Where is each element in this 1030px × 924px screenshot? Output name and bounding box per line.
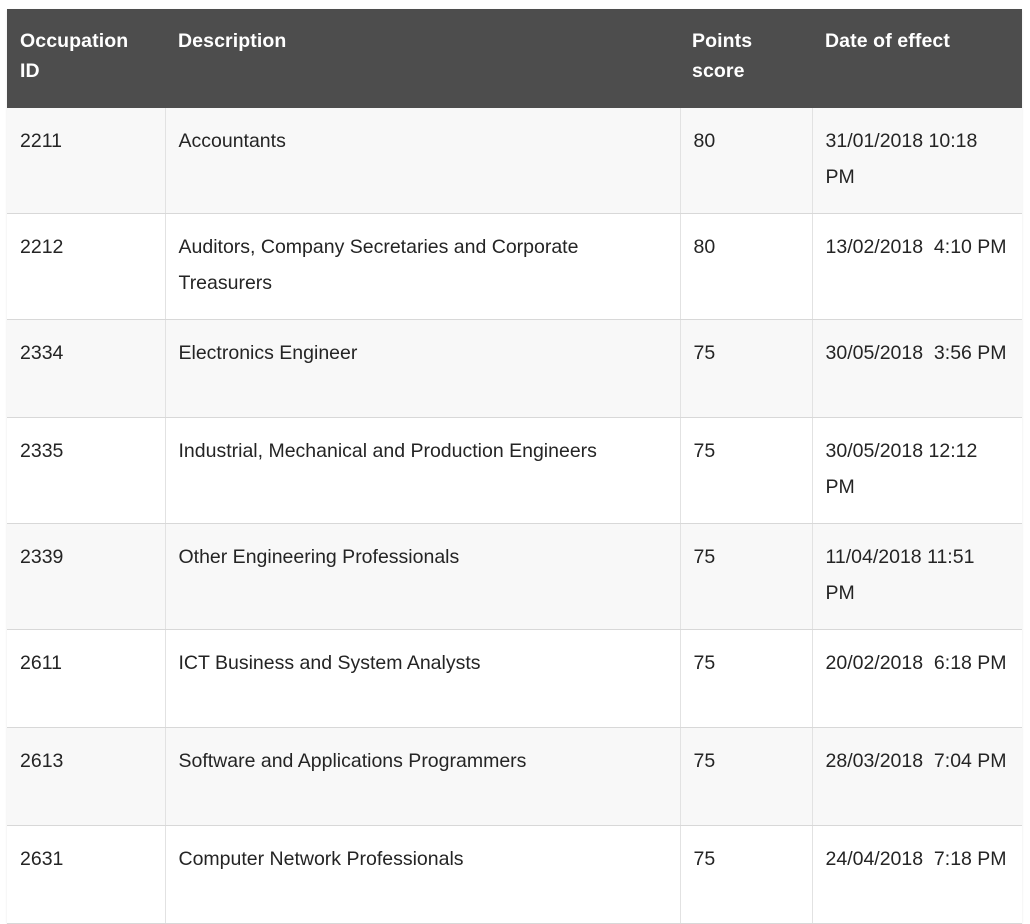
table-header: Occupation ID Description Points score D… [7, 9, 1022, 108]
cell-date-of-effect: 20/02/2018 6:18 PM [812, 629, 1022, 728]
column-header-description[interactable]: Description [165, 9, 680, 108]
cell-points-score: 75 [680, 523, 813, 630]
cell-occupation-id: 2339 [7, 523, 166, 630]
occupation-points-table: Occupation ID Description Points score D… [7, 9, 1022, 924]
table-body: 2211 Accountants 80 31/01/2018 10:18 PM 2212… [7, 108, 1022, 924]
table-row: 2631 Computer Network Professionals 75 24/0… [7, 825, 1022, 924]
table-row: 2334 Electronics Engineer 75 30/05/2018 3:5… [7, 319, 1022, 418]
cell-occupation-id: 2211 [7, 108, 166, 214]
cell-occupation-id: 2334 [7, 319, 166, 418]
cell-occupation-id: 2335 [7, 417, 166, 524]
cell-description: Auditors, Company Secretaries and Corpor… [165, 213, 681, 320]
cell-description: Software and Applications Programmers [165, 727, 681, 826]
table-row: 2211 Accountants 80 31/01/2018 10:18 PM [7, 108, 1022, 214]
cell-occupation-id: 2212 [7, 213, 166, 320]
cell-description: Computer Network Professionals [165, 825, 681, 924]
cell-date-of-effect: 11/04/2018 11:51 PM [812, 523, 1022, 630]
table-row: 2611 ICT Business and System Analysts 75 20… [7, 629, 1022, 728]
cell-date-of-effect: 24/04/2018 7:18 PM [812, 825, 1022, 924]
cell-date-of-effect: 13/02/2018 4:10 PM [812, 213, 1022, 320]
column-header-date-of-effect[interactable]: Date of effect [812, 9, 1022, 108]
cell-occupation-id: 2611 [7, 629, 166, 728]
column-header-points-score[interactable]: Points score [680, 9, 812, 108]
page-root: Occupation ID Description Points score D… [0, 0, 1030, 924]
cell-points-score: 80 [680, 213, 813, 320]
column-header-occupation-id[interactable]: Occupation ID [7, 9, 165, 108]
table-row: 2335 Industrial, Mechanical and Productio… [7, 417, 1022, 524]
cell-date-of-effect: 28/03/2018 7:04 PM [812, 727, 1022, 826]
cell-occupation-id: 2613 [7, 727, 166, 826]
cell-points-score: 75 [680, 319, 813, 418]
cell-description: Electronics Engineer [165, 319, 681, 418]
cell-points-score: 75 [680, 417, 813, 524]
table-header-row: Occupation ID Description Points score D… [7, 9, 1022, 108]
cell-occupation-id: 2631 [7, 825, 166, 924]
table-container: Occupation ID Description Points score D… [7, 9, 1022, 924]
table-row: 2212 Auditors, Company Secretaries and Co… [7, 213, 1022, 320]
cell-description: Industrial, Mechanical and Production En… [165, 417, 681, 524]
cell-points-score: 75 [680, 727, 813, 826]
cell-description: Other Engineering Professionals [165, 523, 681, 630]
table-row: 2339 Other Engineering Professionals 75 11/… [7, 523, 1022, 630]
cell-description: Accountants [165, 108, 681, 214]
cell-description: ICT Business and System Analysts [165, 629, 681, 728]
cell-date-of-effect: 30/05/2018 3:56 PM [812, 319, 1022, 418]
cell-points-score: 75 [680, 629, 813, 728]
cell-date-of-effect: 31/01/2018 10:18 PM [812, 108, 1022, 214]
cell-points-score: 75 [680, 825, 813, 924]
cell-points-score: 80 [680, 108, 813, 214]
table-row: 2613 Software and Applications Programmer… [7, 727, 1022, 826]
cell-date-of-effect: 30/05/2018 12:12 PM [812, 417, 1022, 524]
